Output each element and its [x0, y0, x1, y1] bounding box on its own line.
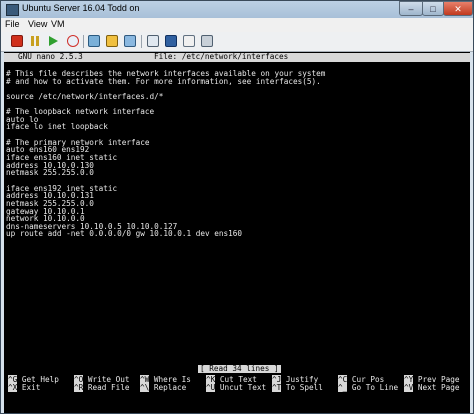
file-line: iface lo inet loopback	[6, 122, 108, 132]
file-line: up route add -net 0.0.0.0/0 gw 10.10.0.1…	[6, 229, 243, 239]
maximize-button[interactable]: □	[422, 1, 444, 16]
shortcut-key: ^X	[8, 383, 18, 392]
vm-console-window: Ubuntu Server 16.04 Todd on – □ ✕ File V…	[0, 0, 474, 414]
close-button[interactable]: ✕	[443, 1, 473, 16]
manage-snapshots-icon[interactable]	[124, 35, 136, 47]
shortcut-label: Exit	[17, 383, 41, 392]
file-line: # and how to activate them. For more inf…	[6, 76, 321, 86]
shortcut-item: ^V Next Page	[404, 383, 460, 392]
shortcut-label: Next Page	[413, 383, 460, 392]
settings-icon[interactable]	[147, 35, 159, 47]
title-bar[interactable]: Ubuntu Server 16.04 Todd on – □ ✕	[1, 1, 473, 18]
menu-bar: File View VM	[1, 18, 473, 32]
nano-version: GNU nano 2.5.3	[18, 52, 83, 61]
network-icon[interactable]	[183, 35, 195, 47]
shortcut-key: ^\	[140, 383, 150, 392]
vm-app-icon	[6, 4, 19, 16]
shortcut-item: ^_ Go To Line	[338, 383, 399, 392]
file-line: # The loopback network interface	[6, 107, 155, 117]
shortcut-item: ^T To Spell	[272, 383, 323, 392]
shortcut-label: Read File	[83, 383, 130, 392]
shortcut-key: ^_	[338, 383, 348, 392]
console-icon[interactable]	[165, 35, 177, 47]
window-title: Ubuntu Server 16.04 Todd on	[22, 3, 140, 13]
nano-title-bar: GNU nano 2.5.3 File: /etc/network/interf…	[4, 53, 470, 62]
play-icon[interactable]	[47, 35, 59, 47]
terminal-screen[interactable]: GNU nano 2.5.3 File: /etc/network/interf…	[4, 52, 470, 413]
nano-file-name: File: /etc/network/interfaces	[154, 52, 289, 61]
shortcut-item: ^\ Replace	[140, 383, 187, 392]
shortcut-item: ^R Read File	[74, 383, 130, 392]
shortcut-key: ^R	[74, 383, 84, 392]
menu-file[interactable]: File	[5, 19, 20, 29]
reset-icon[interactable]	[67, 35, 79, 47]
snapshot-icon[interactable]	[88, 35, 100, 47]
menu-vm[interactable]: VM	[51, 19, 65, 29]
shortcut-row-2: ^X Exit ^R Read File ^\ Replace ^U Uncut Te…	[4, 383, 470, 392]
shortcut-label: Uncut Text	[215, 383, 267, 392]
shortcut-label: To Spell	[281, 383, 323, 392]
file-content[interactable]: # This file describes the network interf…	[6, 70, 466, 238]
stop-icon[interactable]	[11, 35, 23, 47]
minimize-button[interactable]: –	[399, 1, 423, 16]
usb-icon[interactable]	[201, 35, 213, 47]
pause-icon[interactable]	[29, 35, 41, 47]
shortcut-label: Go To Line	[347, 383, 399, 392]
shortcut-label: Replace	[149, 383, 187, 392]
file-line: source /etc/network/interfaces.d/*	[6, 91, 164, 101]
shortcut-item: ^X Exit	[8, 383, 41, 392]
shortcut-key: ^T	[272, 383, 282, 392]
status-message: [ Read 34 lines ]	[198, 364, 281, 373]
shortcut-key: ^U	[206, 383, 216, 392]
file-line: netmask 255.255.0.0	[6, 168, 94, 178]
shortcut-key: ^V	[404, 383, 414, 392]
menu-view[interactable]: View	[28, 19, 47, 29]
toolbar	[1, 32, 473, 52]
revert-icon[interactable]	[106, 35, 118, 47]
shortcut-item: ^U Uncut Text	[206, 383, 267, 392]
